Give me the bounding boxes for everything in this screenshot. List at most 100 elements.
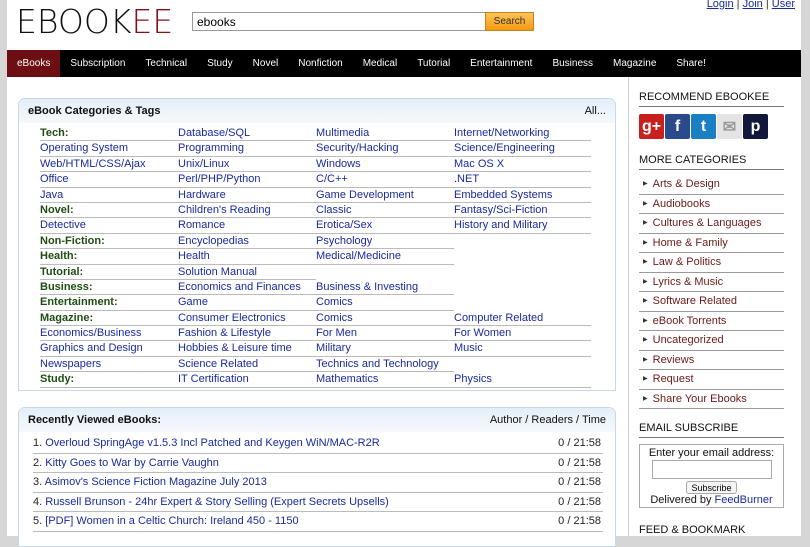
nav-item-nonfiction[interactable]: Nonfiction — [288, 50, 352, 77]
category-link[interactable]: .NET — [454, 172, 591, 188]
more-category-item[interactable]: ▶ Reviews — [639, 351, 784, 370]
all-categories-link[interactable]: All... — [585, 105, 606, 117]
category-link[interactable]: Business & Investing — [316, 280, 454, 296]
category-link[interactable]: Encyclopedias — [178, 234, 316, 250]
more-category-item[interactable]: ▶ Software Related — [639, 292, 784, 312]
category-link[interactable]: Game — [178, 295, 316, 311]
category-link[interactable]: Health — [178, 249, 316, 265]
subscribe-button[interactable]: Subscribe — [686, 481, 737, 494]
more-category-item[interactable]: ▶ Law & Politics — [639, 253, 784, 273]
more-category-item[interactable]: ▶ Home & Family — [639, 234, 784, 253]
recent-item-link[interactable]: Russell Brunson - 24hr Expert & Story Se… — [45, 496, 389, 508]
more-category-item[interactable]: ▶ Audiobooks — [639, 195, 784, 214]
twitter-icon[interactable]: t — [691, 114, 716, 139]
category-link[interactable]: Classic — [316, 203, 454, 219]
nav-item-magazine[interactable]: Magazine — [603, 50, 666, 77]
category-link[interactable]: Science/Engineering — [454, 141, 591, 157]
more-category-item[interactable]: ▶ eBook Torrents — [639, 312, 784, 331]
email-input[interactable] — [651, 460, 772, 479]
more-category-item[interactable]: ▶ Arts & Design — [639, 175, 784, 195]
feedburner-link[interactable]: FeedBurner — [715, 494, 773, 506]
category-link[interactable]: Music — [454, 341, 591, 357]
recent-item-link[interactable]: [PDF] Women in a Celtic Church: Ireland … — [45, 515, 298, 527]
more-category-item[interactable]: ▶ Cultures & Languages — [639, 214, 784, 234]
category-link[interactable]: History and Military — [454, 218, 591, 234]
category-link[interactable]: Economics/Business — [40, 326, 178, 342]
category-link[interactable]: For Men — [316, 326, 454, 342]
category-link[interactable]: Web/HTML/CSS/Ajax — [40, 157, 178, 173]
facebook-icon[interactable]: f — [665, 114, 690, 139]
category-link[interactable]: For Women — [454, 326, 591, 342]
nav-item-subscription[interactable]: Subscription — [60, 50, 135, 77]
category-link[interactable]: Computer Related — [454, 311, 591, 327]
google-plus-icon[interactable]: g+ — [639, 114, 664, 139]
category-link[interactable]: Security/Hacking — [316, 141, 454, 157]
nav-item-share[interactable]: Share! — [666, 50, 715, 77]
recent-item-link[interactable]: Overloud SpringAge v1.5.3 Incl Patched a… — [45, 437, 379, 449]
category-link[interactable]: Economics and Finances — [178, 280, 316, 296]
category-link[interactable]: Solution Manual — [178, 265, 316, 280]
category-link[interactable]: Detective — [40, 218, 178, 234]
email-icon[interactable]: ✉ — [717, 114, 742, 139]
category-link[interactable]: Office — [40, 172, 178, 188]
category-link[interactable]: Fashion & Lifestyle — [178, 326, 316, 342]
category-link[interactable]: Medical/Medicine — [316, 249, 454, 265]
category-link[interactable]: Hobbies & Leisure time — [178, 341, 316, 357]
nav-item-technical[interactable]: Technical — [135, 50, 197, 77]
category-link[interactable]: Database/SQL — [178, 126, 316, 142]
category-link[interactable]: Game Development — [316, 188, 454, 203]
more-category-item[interactable]: ▶ Lyrics & Music — [639, 273, 784, 292]
ebookee-logo[interactable]: EBOOKEE — [16, 5, 173, 39]
category-link[interactable]: Java — [40, 188, 178, 203]
category-link[interactable]: Children's Reading — [178, 203, 316, 219]
category-link[interactable]: Perl/PHP/Python — [178, 172, 316, 188]
category-link[interactable]: IT Certification — [178, 372, 316, 388]
category-link[interactable]: Comics — [316, 295, 454, 311]
category-link[interactable]: Consumer Electronics — [178, 311, 316, 327]
category-link[interactable]: Operating System — [40, 141, 178, 157]
category-link[interactable]: C/C++ — [316, 172, 454, 188]
recent-item-link[interactable]: Kitty Goes to War by Carrie Vaughn — [45, 457, 219, 469]
category-link[interactable]: Multimedia — [316, 126, 454, 142]
search-button[interactable]: Search — [485, 12, 534, 31]
category-row: Newspapers Science Related Technics and Te… — [40, 357, 615, 373]
more-category-item[interactable]: ▶ Share Your Ebooks — [639, 390, 784, 409]
nav-item-ebooks[interactable]: eBooks — [7, 50, 61, 77]
category-link[interactable]: Embedded Systems — [454, 188, 591, 203]
search-input[interactable] — [192, 12, 493, 31]
recent-item-number: 1. — [33, 437, 43, 449]
category-link[interactable]: Romance — [178, 218, 316, 234]
more-category-item[interactable]: ▶ Uncategorized — [639, 331, 784, 351]
category-link[interactable]: Science Related — [178, 357, 316, 373]
category-link[interactable]: Windows — [316, 157, 454, 173]
category-link[interactable]: Fantasy/Sci-Fiction — [454, 203, 591, 219]
nav-item-medical[interactable]: Medical — [353, 50, 407, 77]
category-link[interactable]: Physics — [454, 372, 591, 388]
category-link[interactable]: Mac OS X — [454, 157, 591, 173]
nav-item-study[interactable]: Study — [197, 50, 243, 77]
category-row: Health: Health Medical/Medicine — [40, 249, 615, 265]
category-link[interactable]: Newspapers — [40, 357, 178, 373]
pinboard-icon[interactable]: p — [743, 114, 768, 139]
category-link[interactable]: Programming — [178, 141, 316, 157]
join-link[interactable]: Join — [743, 0, 763, 10]
category-link[interactable]: Military — [316, 341, 454, 357]
more-category-item[interactable]: ▶ Request — [639, 370, 784, 390]
category-link[interactable]: Psychology — [316, 234, 454, 250]
nav-item-business[interactable]: Business — [542, 50, 603, 77]
category-link[interactable]: Technics and Technology — [316, 357, 454, 373]
category-link[interactable]: Hardware — [178, 188, 316, 203]
nav-item-tutorial[interactable]: Tutorial — [407, 50, 460, 77]
more-category-label: Reviews — [652, 353, 695, 366]
category-link[interactable]: Graphics and Design — [40, 341, 178, 357]
category-link[interactable]: Unix/Linux — [178, 157, 316, 173]
nav-item-entertainment[interactable]: Entertainment — [460, 50, 542, 77]
category-link[interactable]: Erotica/Sex — [316, 218, 454, 234]
category-link[interactable]: Comics — [316, 311, 454, 327]
user-link[interactable]: User — [772, 0, 795, 10]
login-link[interactable]: Login — [707, 0, 734, 10]
category-link[interactable]: Mathematics — [316, 372, 454, 388]
recent-item-link[interactable]: Asimov's Science Fiction Magazine July 2… — [45, 476, 267, 488]
category-link[interactable]: Internet/Networking — [454, 126, 591, 142]
nav-item-novel[interactable]: Novel — [243, 50, 289, 77]
